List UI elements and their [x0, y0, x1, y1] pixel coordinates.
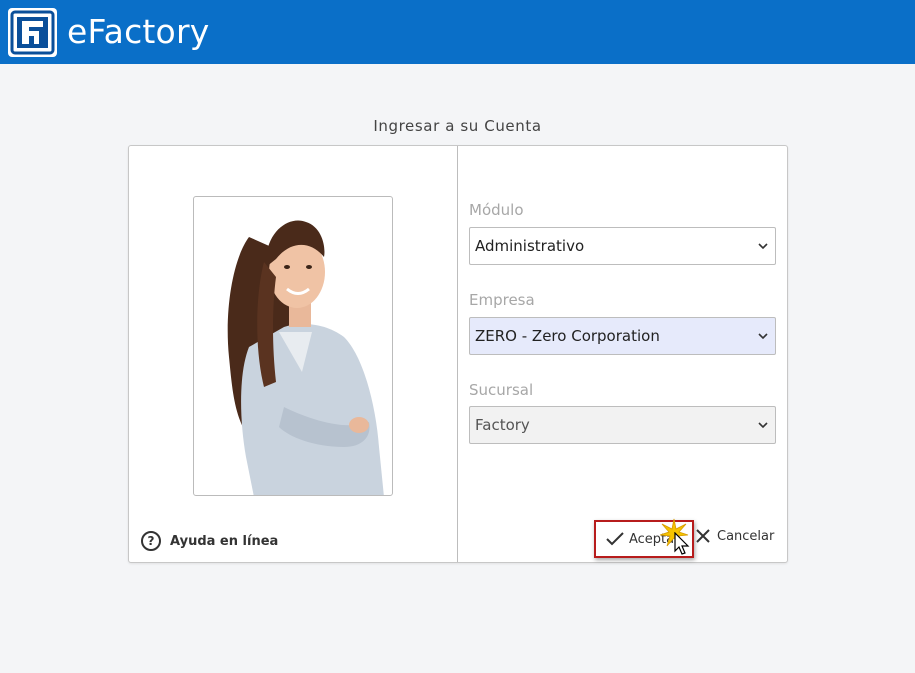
checkmark-icon — [606, 532, 624, 546]
user-photo — [193, 196, 393, 496]
app-title: eFactory — [67, 12, 210, 51]
card-divider — [457, 146, 458, 562]
help-label: Ayuda en línea — [170, 533, 279, 549]
efactory-logo-icon — [8, 8, 57, 57]
sucursal-select[interactable]: Factory — [469, 406, 776, 444]
top-bar: eFactory — [0, 0, 915, 64]
cancel-label: Cancelar — [717, 528, 775, 544]
chevron-down-icon — [758, 422, 768, 429]
modulo-label: Módulo — [469, 201, 524, 219]
chevron-down-icon — [758, 333, 768, 340]
empresa-select[interactable]: ZERO - Zero Corporation — [469, 317, 776, 355]
close-icon — [696, 529, 710, 543]
login-card: ? Ayuda en línea Módulo Administrativo E… — [128, 145, 788, 563]
empresa-label: Empresa — [469, 291, 535, 309]
modulo-select[interactable]: Administrativo — [469, 227, 776, 265]
sucursal-value: Factory — [475, 416, 530, 434]
help-link[interactable]: ? Ayuda en línea — [141, 529, 278, 553]
empresa-value: ZERO - Zero Corporation — [475, 327, 660, 345]
cancel-button[interactable]: Cancelar — [695, 528, 774, 544]
help-question-icon: ? — [141, 531, 161, 551]
login-title: Ingresar a su Cuenta — [373, 117, 542, 135]
mouse-cursor-icon — [674, 532, 690, 555]
sucursal-label: Sucursal — [469, 381, 534, 399]
chevron-down-icon — [758, 243, 768, 250]
modulo-value: Administrativo — [475, 237, 585, 255]
